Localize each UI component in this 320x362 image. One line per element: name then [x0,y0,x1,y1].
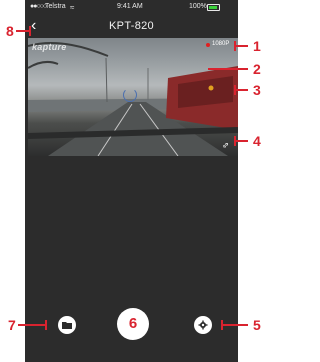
gear-icon [198,320,208,330]
callout-8-line [16,30,30,32]
callout-8-tick [29,26,31,36]
settings-button[interactable] [194,316,212,334]
wifi-icon: ≈ [70,3,75,12]
callout-7: 7 [8,317,16,333]
callout-2: 2 [253,61,261,77]
bottom-toolbar: 6 [25,300,238,352]
callout-4: 4 [253,133,261,149]
status-time: 9:41 AM [117,3,143,10]
carrier-name: Telstra [45,3,66,10]
status-bar: ●●○○○ Telstra ≈ 9:41 AM 100% [25,0,238,14]
nav-bar: ‹ KPT-820 [25,16,238,38]
loading-spinner-icon [123,88,137,102]
signal-strength: ●●○○○ [30,3,47,10]
capture-button[interactable]: 6 [117,308,149,340]
kapture-logo: kapture [32,42,67,52]
folder-icon [62,322,72,329]
callout-3: 3 [253,82,261,98]
battery-icon [207,4,220,11]
callout-7-line [18,324,46,326]
recording-dot-icon [206,43,210,47]
device-title: KPT-820 [109,20,154,32]
callout-4-line [234,140,248,142]
callout-5: 5 [253,317,261,333]
files-button[interactable] [58,316,76,334]
callout-7-tick [45,320,47,330]
callout-3-line [234,89,248,91]
phone-screen: ●●○○○ Telstra ≈ 9:41 AM 100% ‹ KPT-820 k… [25,0,238,362]
battery-percent: 100% [189,3,207,10]
capture-number: 6 [128,315,138,332]
resolution-label: 1080P [212,41,230,47]
callout-1: 1 [253,38,261,54]
callout-8: 8 [6,23,14,39]
callout-2-line [208,68,248,70]
callout-5-line [221,324,248,326]
callout-1-line [234,45,248,47]
live-video-preview[interactable]: kapture 1080P ⇕ [28,38,238,156]
